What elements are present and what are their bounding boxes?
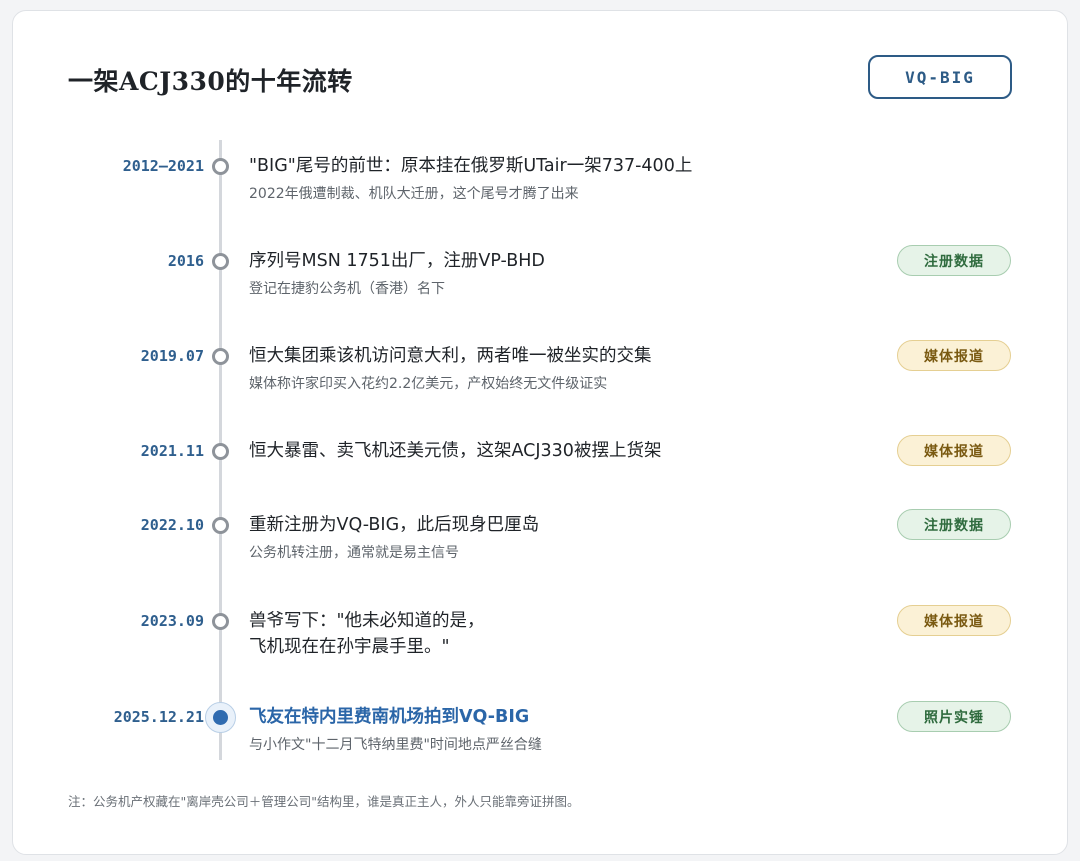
event-subtext: 公务机转注册，通常就是易主信号 [249,545,459,561]
event-date: 2022.10 [140,516,204,534]
page-title: 一架ACJ330的十年流转 [68,67,353,96]
source-tag: 媒体报道 [897,435,1011,466]
event-headline: 恒大集团乘该机访问意大利，两者唯一被坐实的交集 [249,346,652,366]
event-subtext: 媒体称许家印买入花约2.2亿美元，产权始终无文件级证实 [249,376,608,392]
timeline-dot-icon [212,348,229,365]
event-headline: 恒大暴雷、卖飞机还美元债，这架ACJ330被摆上货架 [249,441,662,461]
timeline-dot-icon [212,517,229,534]
event-date: 2023.09 [140,612,204,630]
event-headline: 重新注册为VQ-BIG，此后现身巴厘岛 [249,515,540,535]
source-tag: 媒体报道 [897,605,1011,636]
source-tag: 注册数据 [897,509,1011,540]
event-headline: 飞友在特内里费南机场拍到VQ-BIG [249,707,530,727]
footnote: 注：公务机产权藏在"离岸壳公司＋管理公司"结构里，谁是真正主人，外人只能靠旁证拼… [68,794,580,809]
event-headline: 序列号MSN 1751出厂，注册VP-BHD [249,251,545,271]
registration-badge: VQ-BIG [868,55,1012,99]
event-subtext: 与小作文"十二月飞特纳里费"时间地点严丝合缝 [249,737,542,753]
timeline-dot-active-icon [205,702,236,733]
event-headline: "BIG"尾号的前世：原本挂在俄罗斯UTair一架737-400上 [249,156,693,176]
timeline-dot-icon [212,253,229,270]
event-date: 2025.12.21 [113,708,204,726]
event-headline: 兽爷写下："他未必知道的是， [249,611,485,631]
event-date: 2019.07 [140,347,204,365]
source-tag: 媒体报道 [897,340,1011,371]
event-date: 2012–2021 [122,157,204,175]
timeline-dot-icon [212,158,229,175]
timeline-dot-icon [212,613,229,630]
event-date: 2016 [167,252,204,270]
source-tag: 照片实锤 [897,701,1011,732]
event-subtext: 2022年俄遭制裁、机队大迁册，这个尾号才腾了出来 [249,186,579,202]
event-headline-line2: 飞机现在在孙宇晨手里。" [249,637,450,657]
source-tag: 注册数据 [897,245,1011,276]
event-subtext: 登记在捷豹公务机（香港）名下 [249,281,445,297]
event-date: 2021.11 [140,442,204,460]
timeline-dot-icon [212,443,229,460]
